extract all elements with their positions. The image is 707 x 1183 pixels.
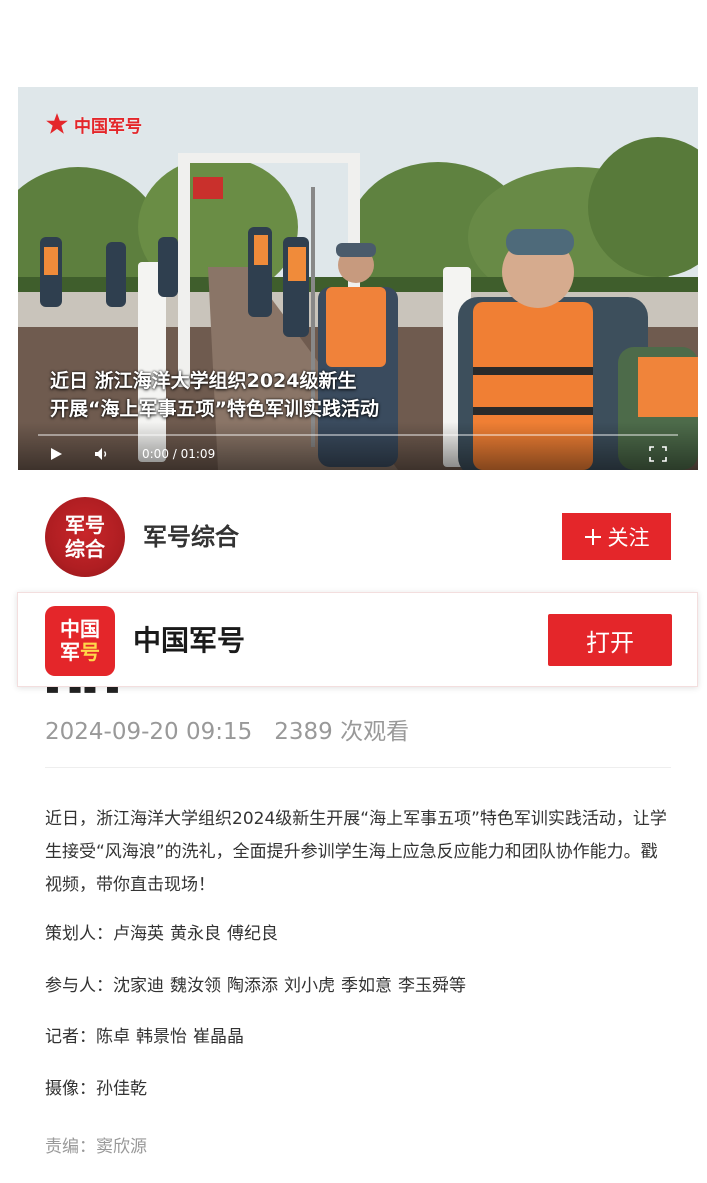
watermark-text: 中国军号 bbox=[74, 116, 142, 137]
participant-name: 沈家迪 bbox=[113, 976, 164, 996]
editor-name: 窦欣源 bbox=[96, 1137, 147, 1157]
avatar-line-1: 军号 bbox=[65, 513, 105, 537]
app-download-banner: 中国 军号 中国军号 打开 bbox=[17, 592, 698, 687]
camera-names: 孙佳乾 bbox=[96, 1079, 153, 1099]
planner-label: 策划人： bbox=[45, 924, 113, 944]
video-watermark: 中国军号 bbox=[44, 111, 142, 137]
red-star-icon bbox=[46, 113, 68, 134]
progress-bar[interactable] bbox=[38, 434, 678, 436]
fullscreen-button[interactable] bbox=[648, 446, 668, 462]
planner-name: 黄永良 bbox=[170, 924, 221, 944]
open-app-button[interactable]: 打开 bbox=[548, 614, 672, 666]
app-name: 中国军号 bbox=[133, 624, 246, 657]
planner-name: 傅纪良 bbox=[227, 924, 278, 944]
participants-label: 参与人： bbox=[45, 976, 113, 996]
app-logo-line-2: 军号 bbox=[60, 641, 100, 664]
credit-participants: 参与人：沈家迪 魏汝领 陶添添 刘小虎 季如意 李玉舜等 bbox=[45, 973, 472, 999]
credit-editor: 责编：窦欣源 bbox=[45, 1134, 147, 1160]
play-button[interactable] bbox=[46, 446, 66, 462]
publish-datetime: 2024-09-20 09:15 bbox=[45, 719, 253, 745]
follow-label: 关注 bbox=[607, 525, 650, 550]
credit-camera: 摄像：孙佳乾 bbox=[45, 1076, 153, 1102]
article-paragraph: 近日，浙江海洋大学组织2024级新生开展“海上军事五项”特色军训实践活动，让学生… bbox=[45, 809, 667, 895]
reporter-name: 陈卓 bbox=[96, 1027, 130, 1047]
view-count: 2389 次观看 bbox=[274, 719, 410, 745]
author-name[interactable]: 军号综合 bbox=[143, 520, 239, 554]
caption-line-2: 开展“海上军事五项”特色军训实践活动 bbox=[50, 398, 379, 420]
author-avatar[interactable]: 军号 综合 bbox=[45, 497, 125, 577]
planner-name: 卢海英 bbox=[113, 924, 164, 944]
participant-name: 魏汝领 bbox=[170, 976, 221, 996]
article-body: 近日，浙江海洋大学组织2024级新生开展“海上军事五项”特色军训实践活动，让学生… bbox=[45, 803, 671, 902]
credit-planners: 策划人：卢海英 黄永良 傅纪良 bbox=[45, 921, 284, 947]
plus-icon bbox=[584, 528, 601, 545]
reporter-names: 陈卓 韩景怡 崔晶晶 bbox=[96, 1027, 250, 1047]
avatar-line-2: 综合 bbox=[65, 537, 105, 561]
video-controls: 0:00 / 01:09 bbox=[18, 422, 698, 470]
follow-button[interactable]: 关注 bbox=[562, 513, 671, 560]
reporter-name: 韩景怡 bbox=[136, 1027, 187, 1047]
volume-button[interactable] bbox=[92, 446, 112, 462]
fullscreen-icon bbox=[649, 446, 667, 462]
app-logo-line-1: 中国 bbox=[60, 617, 100, 641]
app-logo: 中国 军号 bbox=[45, 606, 115, 676]
reporter-name: 崔晶晶 bbox=[193, 1027, 244, 1047]
credit-reporters: 记者：陈卓 韩景怡 崔晶晶 bbox=[45, 1024, 250, 1050]
article-meta: 2024-09-20 09:15 2389 次观看 bbox=[45, 716, 409, 748]
participant-names: 沈家迪 魏汝领 陶添添 刘小虎 季如意 李玉舜等 bbox=[113, 976, 472, 996]
divider bbox=[45, 767, 671, 768]
camera-name: 孙佳乾 bbox=[96, 1079, 147, 1099]
participant-name: 李玉舜等 bbox=[398, 976, 466, 996]
video-player[interactable]: 中国军号 近日 浙江海洋大学组织2024级新生 开展“海上军事五项”特色军训实践… bbox=[18, 87, 698, 470]
time-display: 0:00 / 01:09 bbox=[142, 447, 216, 461]
participant-name: 季如意 bbox=[341, 976, 392, 996]
camera-label: 摄像： bbox=[45, 1079, 96, 1099]
reporter-label: 记者： bbox=[45, 1027, 96, 1047]
participant-name: 刘小虎 bbox=[284, 976, 335, 996]
video-caption: 近日 浙江海洋大学组织2024级新生 开展“海上军事五项”特色军训实践活动 bbox=[50, 367, 379, 423]
planner-names: 卢海英 黄永良 傅纪良 bbox=[113, 924, 284, 944]
app-logo-char-b: 号 bbox=[80, 640, 100, 664]
editor-label: 责编： bbox=[45, 1137, 96, 1157]
participant-name: 陶添添 bbox=[227, 976, 278, 996]
caption-line-1: 近日 浙江海洋大学组织2024级新生 bbox=[50, 370, 357, 392]
volume-icon bbox=[95, 448, 107, 460]
app-logo-char-a: 军 bbox=[60, 640, 80, 664]
play-icon bbox=[51, 448, 62, 460]
